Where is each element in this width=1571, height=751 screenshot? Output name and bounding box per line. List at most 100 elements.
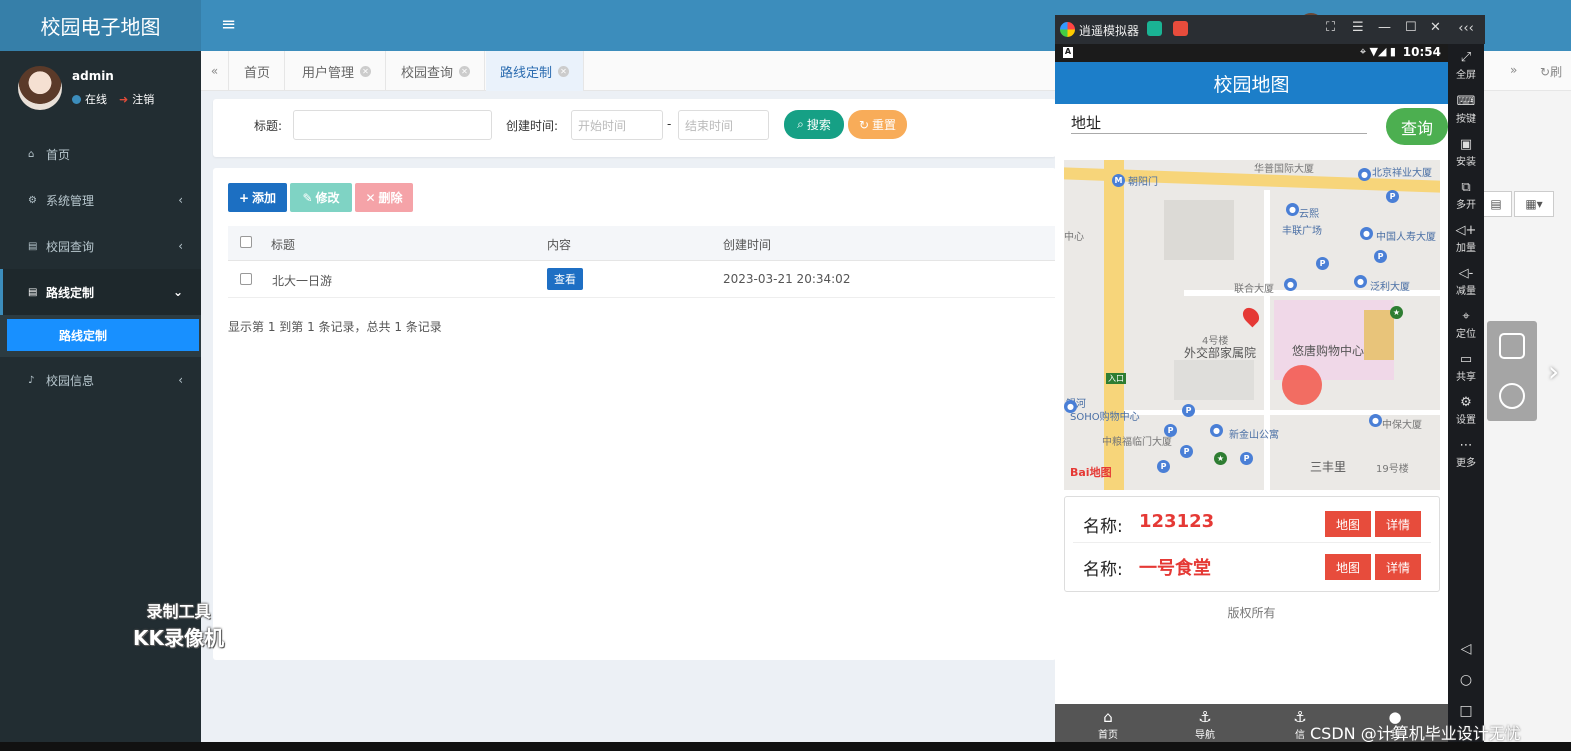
start-time-input[interactable]: 开始时间 <box>571 110 663 140</box>
close-icon[interactable]: ✕ <box>1430 20 1441 35</box>
app-tab-icon[interactable] <box>1147 21 1162 36</box>
map-button[interactable]: 地图 <box>1325 554 1371 580</box>
minimize-icon[interactable]: — <box>1378 20 1391 35</box>
nav-navigation[interactable]: ⚓ 导航 <box>1185 708 1225 741</box>
edit-button[interactable]: ✎ 修改 <box>290 183 352 212</box>
volume-up-icon: ◁+ <box>1455 223 1477 238</box>
location-icon: ⌖ <box>1462 309 1470 324</box>
delete-button[interactable]: ✕ 删除 <box>355 183 413 212</box>
map-button[interactable]: 地图 <box>1325 511 1371 537</box>
camera-icon[interactable] <box>1499 333 1525 359</box>
map-label: 联合大厦 <box>1234 284 1274 295</box>
tabs-scroll-right-icon[interactable]: » <box>1510 63 1517 77</box>
sidebar-item-system[interactable]: ⚙ 系统管理 ‹ <box>0 177 201 223</box>
nav-home[interactable]: ⌂ 首页 <box>1088 708 1128 741</box>
screen-bottom-edge <box>0 742 1571 751</box>
map-label: 中国人寿大厦 <box>1376 232 1436 243</box>
close-icon[interactable]: ✕ <box>360 65 372 77</box>
search-button[interactable]: ⌕ 搜索 <box>784 110 844 139</box>
query-button[interactable]: 查询 <box>1386 108 1448 145</box>
menu-toggle-icon[interactable]: ≡ <box>221 14 236 35</box>
map-label: 外交部家属院 <box>1184 346 1257 360</box>
starbucks-pin-icon: ★ <box>1214 452 1227 465</box>
logout-link[interactable]: 注销 <box>132 91 154 107</box>
emu-location[interactable]: ⌖ 定位 <box>1448 309 1484 340</box>
column-header-content[interactable]: 内容 <box>547 236 571 253</box>
maximize-icon[interactable]: ☐ <box>1405 20 1417 35</box>
map-label: 朝阳门 <box>1128 177 1158 188</box>
tab-home[interactable]: 首页 <box>230 51 286 91</box>
map-view[interactable]: M 朝阳门 华普国际大厦 北京祥业大厦 云熙 丰联广场 中心 中国人寿大厦 联合… <box>1064 160 1440 490</box>
emu-side-label: 全屏 <box>1456 70 1476 81</box>
detail-button[interactable]: 详情 <box>1375 511 1421 537</box>
selected-area-marker[interactable] <box>1282 365 1322 405</box>
android-home-icon[interactable]: ○ <box>1448 672 1484 688</box>
map-marker-icon[interactable] <box>1239 304 1263 328</box>
table-row[interactable]: 北大一日游 查看 2023-03-21 20:34:02 <box>228 261 1056 298</box>
tab-users[interactable]: 用户管理 ✕ <box>288 51 387 91</box>
detail-button[interactable]: 详情 <box>1375 554 1421 580</box>
emu-install[interactable]: ▣ 安装 <box>1448 137 1484 168</box>
sidebar-user-name: admin <box>72 69 114 83</box>
emu-share[interactable]: ▭ 共享 <box>1448 352 1484 383</box>
sidebar-item-label: 校园查询 <box>46 239 95 254</box>
table-header: 标题 内容 创建时间 <box>228 226 1056 261</box>
reset-button[interactable]: ↻ 重置 <box>848 110 907 139</box>
result-name-label: 名称: <box>1083 560 1123 580</box>
columns-toggle-icon[interactable]: ▦▾ <box>1514 191 1554 217</box>
sidebar-item-home[interactable]: ⌂ 首页 <box>0 131 201 177</box>
chevron-left-icon: ‹ <box>178 239 183 253</box>
column-header-created[interactable]: 创建时间 <box>723 236 771 253</box>
parking-pin-icon: P <box>1157 460 1170 473</box>
add-button[interactable]: + 添加 <box>228 183 287 212</box>
emu-multi[interactable]: ⧉ 多开 <box>1448 180 1484 211</box>
column-header-title[interactable]: 标题 <box>271 236 295 253</box>
list-view-icon[interactable]: ▤ <box>1480 191 1512 217</box>
emu-keymap[interactable]: ⌨ 按键 <box>1448 94 1484 125</box>
chevron-right-icon[interactable]: › <box>1548 355 1559 388</box>
tab-campus-query[interactable]: 校园查询 ✕ <box>387 51 486 91</box>
select-all-checkbox[interactable] <box>240 236 252 248</box>
row-checkbox[interactable] <box>240 273 252 285</box>
emulator-collapse-icon[interactable]: ‹‹‹ <box>1448 15 1484 44</box>
app-logo[interactable]: 校园电子地图 <box>0 0 201 51</box>
android-back-icon[interactable]: ◁ <box>1448 641 1484 657</box>
refresh-tab-button[interactable]: ↻刷 <box>1540 63 1562 80</box>
close-icon[interactable]: ✕ <box>558 65 570 77</box>
emu-side-label: 安装 <box>1456 157 1476 168</box>
emu-volume-down[interactable]: ◁- 减量 <box>1448 266 1484 297</box>
add-button-label: 添加 <box>252 191 277 205</box>
hexagon-icon[interactable] <box>1499 383 1525 409</box>
android-recents-icon[interactable]: □ <box>1448 703 1484 719</box>
emu-settings[interactable]: ⚙ 设置 <box>1448 395 1484 426</box>
emu-side-label: 共享 <box>1456 372 1476 383</box>
end-time-input[interactable]: 结束时间 <box>678 110 769 140</box>
emu-volume-up[interactable]: ◁+ 加量 <box>1448 223 1484 254</box>
created-time-label: 创建时间: <box>506 119 559 133</box>
title-input[interactable] <box>293 110 492 140</box>
fullscreen-icon[interactable]: ⛶ <box>1326 20 1335 35</box>
location-pin-icon: ● <box>1286 203 1299 216</box>
sidebar-item-campus-info[interactable]: ♪ 校园信息 ‹ <box>0 357 201 403</box>
address-input[interactable]: 地址 <box>1071 112 1367 134</box>
sidebar-subitem-route[interactable]: 路线定制 <box>7 319 199 351</box>
title-label: 标题: <box>254 119 283 133</box>
app-tab-icon-active[interactable] <box>1173 21 1188 36</box>
sidebar-menu: ⌂ 首页 ⚙ 系统管理 ‹ ▤ 校园查询 ‹ ▤ 路线定制 ⌄ 路线定制 ♪ 校园信息 ‹ <box>0 131 201 403</box>
tab-route[interactable]: 路线定制 ✕ <box>486 51 585 91</box>
copyright-text: 版权所有 <box>1227 606 1276 620</box>
view-button[interactable]: 查看 <box>547 268 583 290</box>
emu-more[interactable]: ⋯ 更多 <box>1448 438 1484 469</box>
emu-fullscreen[interactable]: ⤢ 全屏 <box>1448 50 1484 81</box>
result-name-value: 一号食堂 <box>1139 558 1211 579</box>
menu-icon[interactable]: ☰ <box>1352 20 1364 35</box>
sidebar-item-route[interactable]: ▤ 路线定制 ⌄ <box>0 269 201 315</box>
close-icon[interactable]: ✕ <box>459 65 471 77</box>
logout-icon[interactable]: ➜ <box>119 93 128 106</box>
row-title: 北大一日游 <box>272 274 333 288</box>
edit-button-label: 修改 <box>315 191 340 205</box>
sidebar-item-campus-query[interactable]: ▤ 校园查询 ‹ <box>0 223 201 269</box>
close-icon: ✕ <box>365 190 376 205</box>
tabs-scroll-left-icon[interactable]: « <box>201 51 229 91</box>
location-pin-icon: ● <box>1369 414 1382 427</box>
